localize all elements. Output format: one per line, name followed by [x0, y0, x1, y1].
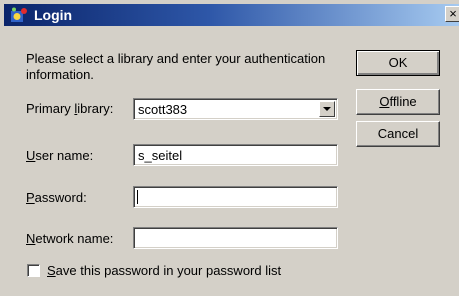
user-name-label-rest: ser name: [35, 148, 94, 163]
close-button[interactable]: × [445, 6, 459, 22]
user-name-mnemonic: U [26, 148, 36, 163]
text-caret [137, 190, 138, 204]
primary-library-dropdown[interactable]: scott383 [133, 98, 338, 120]
login-app-icon [11, 7, 27, 22]
primary-library-label: Primary library: [26, 101, 113, 116]
network-name-label-rest: etwork name: [35, 231, 114, 246]
network-name-label: Network name: [26, 231, 113, 246]
save-password-mnemonic: S [47, 263, 56, 278]
network-name-field[interactable] [133, 227, 338, 249]
password-label-rest: assword: [34, 190, 87, 205]
password-field[interactable] [133, 186, 338, 208]
offline-mnemonic: O [379, 94, 390, 109]
primary-library-label-prefix: Primary [26, 101, 75, 116]
user-name-field[interactable]: s_seitel [133, 144, 338, 166]
primary-library-label-rest: ibrary: [77, 101, 114, 116]
password-mnemonic: P [26, 190, 35, 205]
network-name-mnemonic: N [26, 231, 36, 246]
save-password-label[interactable]: Save this password in your password list [47, 263, 281, 278]
ok-button-label: OK [388, 55, 408, 70]
user-name-value: s_seitel [138, 148, 183, 163]
cancel-button-label: Cancel [377, 126, 419, 141]
ok-button[interactable]: OK [356, 50, 440, 76]
user-name-label: User name: [26, 148, 93, 163]
window-title: Login [34, 7, 73, 23]
password-label: Password: [26, 190, 87, 205]
instructions-text: Please select a library and enter your a… [26, 51, 326, 82]
title-bar: Login × [4, 4, 459, 26]
login-dialog: Login × Please select a library and ente… [0, 0, 459, 296]
primary-library-value: scott383 [138, 102, 188, 117]
cancel-button[interactable]: Cancel [356, 121, 440, 147]
offline-button-label-rest: ffline [389, 94, 417, 109]
save-password-label-rest: ave this password in your password list [55, 263, 282, 278]
close-icon: × [449, 6, 457, 21]
chevron-down-icon[interactable] [319, 101, 335, 117]
save-password-checkbox[interactable] [27, 264, 40, 277]
offline-button[interactable]: Offline [356, 89, 440, 115]
